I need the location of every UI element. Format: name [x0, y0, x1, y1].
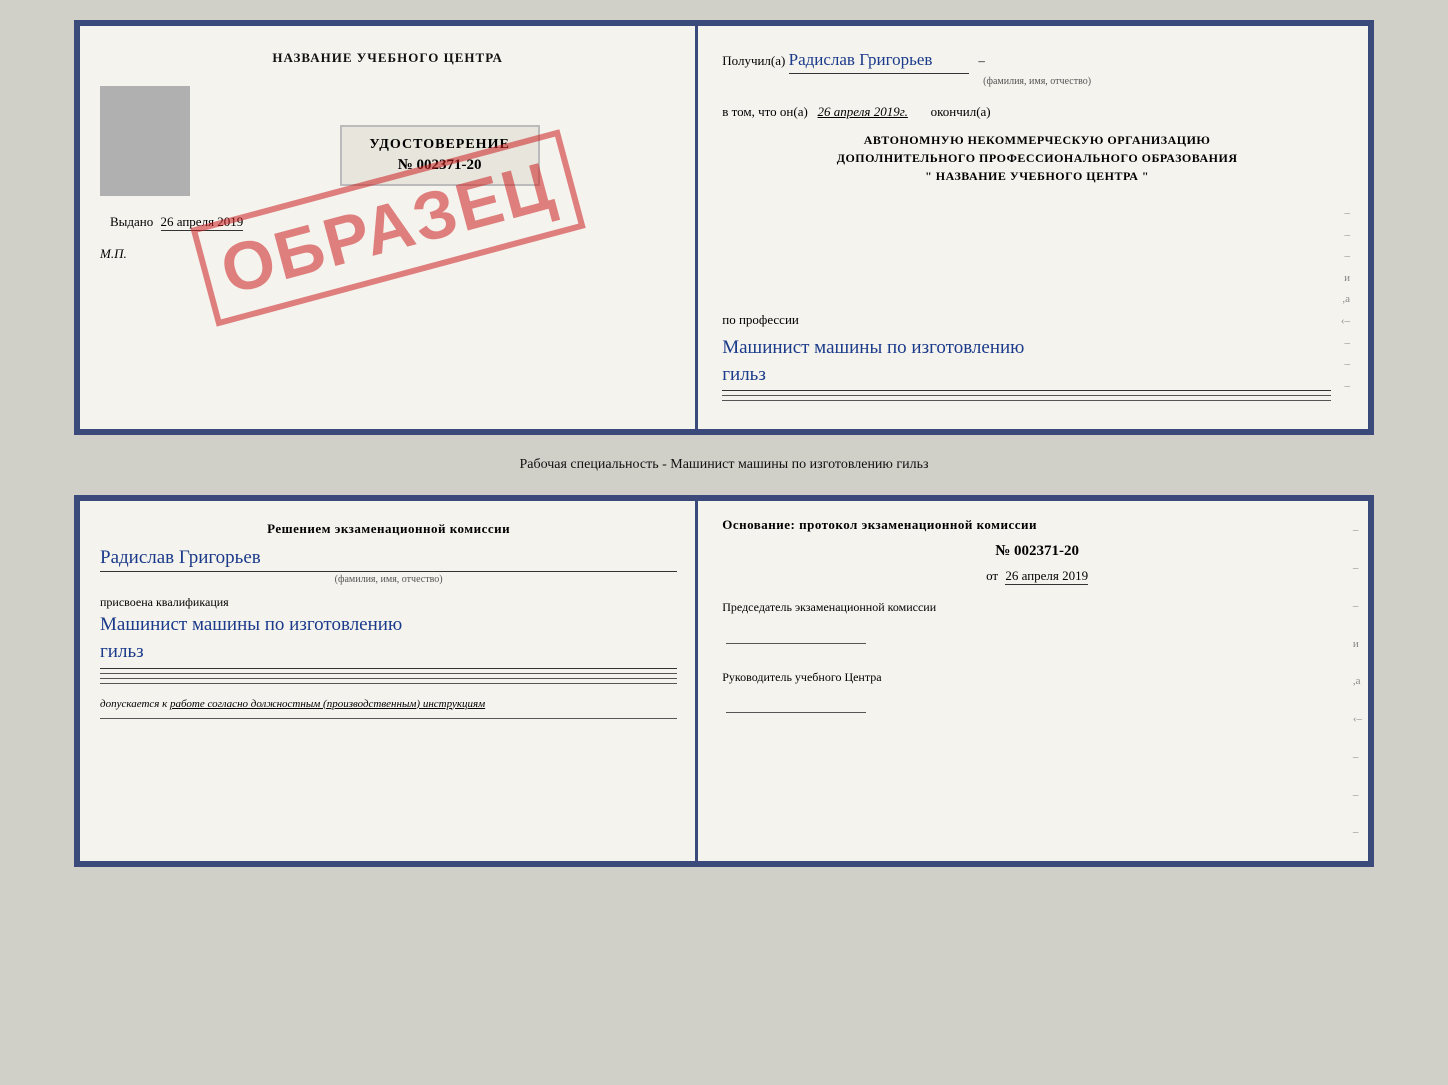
- edge8: –: [1344, 356, 1350, 374]
- org-line2: ДОПОЛНИТЕЛЬНОГО ПРОФЕССИОНАЛЬНОГО ОБРАЗО…: [722, 149, 1352, 167]
- name-line: Радислав Григорьев: [100, 547, 677, 572]
- bottom-doc-left: Решением экзаменационной комиссии Радисл…: [80, 501, 698, 861]
- qualification-text2: гильз: [100, 639, 677, 669]
- proto-number: № 002371-20: [722, 543, 1352, 560]
- right-edge-wrapper: по профессии Машинист машины по изготовл…: [722, 195, 1352, 405]
- profession-text2: гильз: [722, 362, 1331, 392]
- name-handwritten: Радислав Григорьев: [100, 547, 261, 568]
- fio-sub: (фамилия, имя, отчество): [722, 74, 1352, 90]
- right-edge-marks-bottom: – – – и ,а ‹– – – –: [1351, 501, 1364, 861]
- vtom-label: в том, что он(а): [722, 104, 808, 119]
- vtom-date: 26 апреля 2019г.: [818, 104, 908, 119]
- po-professii-label: по профессии: [722, 310, 1331, 331]
- resheniem-label: Решением экзаменационной комиссии: [100, 521, 677, 537]
- rukovoditel-sig: [726, 693, 866, 713]
- poluchil-name: Радислав Григорьев: [789, 46, 969, 74]
- divider-bot4: [100, 718, 677, 719]
- bedge8: –: [1353, 789, 1362, 801]
- top-doc-left: НАЗВАНИЕ УЧЕБНОГО ЦЕНТРА ОБРАЗЕЦ УДОСТОВ…: [80, 26, 698, 429]
- dopuskaetsya-block: допускается к работе согласно должностны…: [100, 698, 677, 710]
- org-name: АВТОНОМНУЮ НЕКОММЕРЧЕСКУЮ ОРГАНИЗАЦИЮ ДО…: [722, 131, 1352, 185]
- bedge3: –: [1353, 600, 1362, 612]
- edge1: –: [1344, 205, 1350, 223]
- prisvoena-label: присвоена квалификация: [100, 595, 677, 610]
- predsedatel-sig: [726, 624, 866, 644]
- divider2: [722, 400, 1331, 401]
- photo-placeholder: [100, 86, 190, 196]
- ot-label: от: [986, 568, 998, 583]
- divider-bot1: [100, 673, 677, 674]
- working-specialty: Рабочая специальность - Машинист машины …: [519, 451, 928, 479]
- profession-text: Машинист машины по изготовлению: [722, 335, 1331, 362]
- dopuskaetsya-label: допускается к: [100, 698, 167, 710]
- edge7: –: [1344, 335, 1350, 353]
- ot-date: от 26 апреля 2019: [722, 568, 1352, 584]
- top-document: НАЗВАНИЕ УЧЕБНОГО ЦЕНТРА ОБРАЗЕЦ УДОСТОВ…: [74, 20, 1374, 435]
- bedge6: ‹–: [1353, 713, 1362, 725]
- org-line1: АВТОНОМНУЮ НЕКОММЕРЧЕСКУЮ ОРГАНИЗАЦИЮ: [722, 131, 1352, 149]
- ot-date-val: 26 апреля 2019: [1005, 568, 1088, 585]
- right-edge-marks-top: – – – и ,а ‹– – – –: [1339, 195, 1352, 405]
- edge6: ‹–: [1341, 313, 1350, 331]
- predsedatel-label: Председатель экзаменационной комиссии: [722, 598, 1352, 617]
- profession-section: по профессии Машинист машины по изготовл…: [722, 302, 1331, 405]
- top-doc-header: НАЗВАНИЕ УЧЕБНОГО ЦЕНТРА: [100, 50, 675, 66]
- dopuskaetsya-text: работе согласно должностным (производств…: [170, 698, 485, 710]
- predsedatel-block: Председатель экзаменационной комиссии: [722, 598, 1352, 643]
- qualification-text: Машинист машины по изготовлению: [100, 612, 677, 639]
- edge2: –: [1344, 227, 1350, 245]
- divider1: [722, 395, 1331, 396]
- rukovoditel-label: Руководитель учебного Центра: [722, 668, 1352, 687]
- top-doc-right: Получил(а) Радислав Григорьев – (фамилия…: [698, 26, 1368, 429]
- poluchil-line: Получил(а) Радислав Григорьев – (фамилия…: [722, 46, 1352, 90]
- edge9: –: [1344, 378, 1350, 396]
- edge4: и: [1344, 270, 1350, 288]
- divider-bot2: [100, 678, 677, 679]
- poluchil-label: Получил(а): [722, 53, 785, 68]
- bottom-doc-right: Основание: протокол экзаменационной коми…: [698, 501, 1368, 861]
- edge3: –: [1344, 248, 1350, 266]
- okonchil-label: окончил(а): [931, 104, 991, 119]
- bedge4: и: [1353, 638, 1362, 650]
- fio-sub-bottom: (фамилия, имя, отчество): [100, 574, 677, 585]
- vydano-label: Выдано: [110, 214, 153, 229]
- bedge2: –: [1353, 562, 1362, 574]
- bedge5: ,а: [1353, 675, 1362, 687]
- bedge1: –: [1353, 524, 1362, 536]
- bedge9: –: [1353, 826, 1362, 838]
- rukovoditel-block: Руководитель учебного Центра: [722, 668, 1352, 713]
- edge5: ,а: [1342, 291, 1350, 309]
- vtom-line: в том, что он(а) 26 апреля 2019г. окончи…: [722, 102, 1352, 123]
- divider-bot3: [100, 683, 677, 684]
- bedge7: –: [1353, 751, 1362, 763]
- osnovaniye-label: Основание: протокол экзаменационной коми…: [722, 517, 1352, 533]
- bottom-document: Решением экзаменационной комиссии Радисл…: [74, 495, 1374, 867]
- org-line3: " НАЗВАНИЕ УЧЕБНОГО ЦЕНТРА ": [722, 167, 1352, 185]
